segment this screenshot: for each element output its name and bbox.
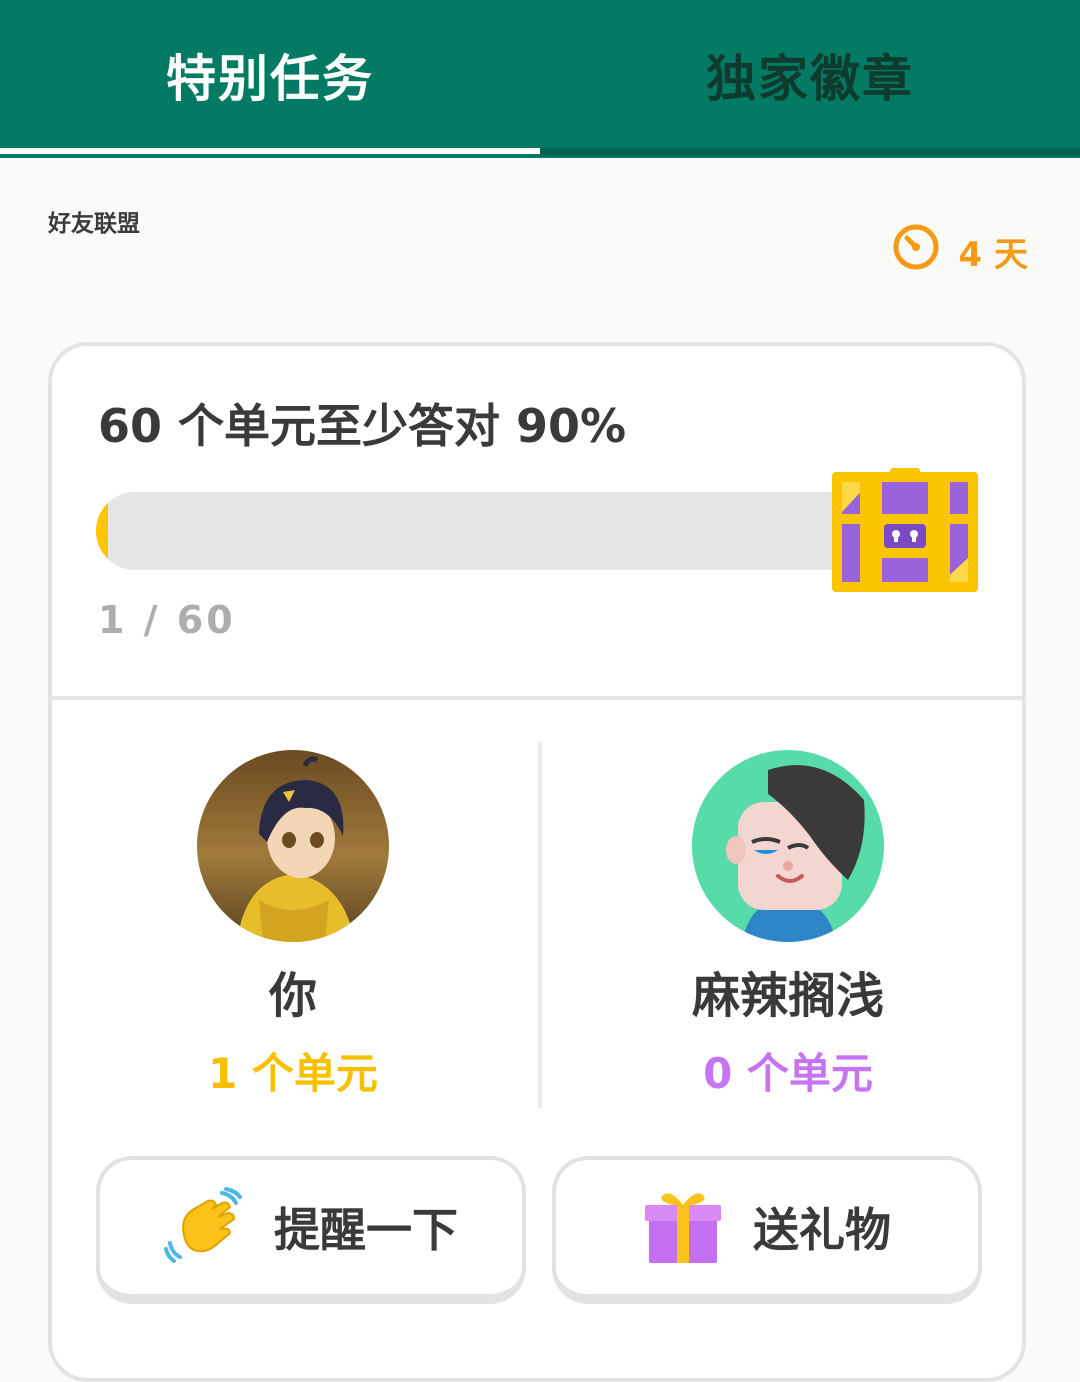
waving-hand-icon: [164, 1187, 244, 1267]
participant-name-you: 你: [268, 968, 317, 1024]
clock-icon: [891, 222, 941, 281]
send-gift-button-label: 送礼物: [753, 1203, 891, 1257]
tab-indicator-track: [540, 148, 1080, 156]
nudge-button-label: 提醒一下: [274, 1203, 458, 1257]
time-remaining: 4 天: [891, 222, 1029, 281]
tab-bar: 特别任务 独家徽章: [0, 0, 1080, 158]
nudge-button[interactable]: 提醒一下: [96, 1156, 526, 1304]
section-label: 好友联盟: [48, 211, 140, 237]
quest-progress-fill: [96, 492, 109, 570]
tab-exclusive-badges[interactable]: 独家徽章: [540, 0, 1080, 150]
send-gift-button[interactable]: 送礼物: [552, 1156, 982, 1304]
treasure-chest-icon: [830, 468, 980, 600]
gift-icon: [643, 1187, 723, 1267]
participant-name-friend: 麻辣搁浅: [691, 968, 884, 1024]
avatar-you[interactable]: [197, 750, 389, 942]
participant-you: 你 1 个单元: [143, 750, 443, 1100]
tab-special-quests[interactable]: 特别任务: [0, 0, 540, 150]
time-remaining-text: 4 天: [958, 234, 1029, 275]
participant-divider: [538, 742, 542, 1108]
card-divider: [52, 696, 1026, 700]
active-tab-indicator: [0, 148, 540, 154]
participant-units-you: 1 个单元: [208, 1049, 378, 1098]
quest-progress-bar: [96, 492, 836, 570]
avatar-friend[interactable]: [692, 750, 884, 942]
quest-title: 60 个单元至少答对 90%: [98, 399, 627, 453]
quest-progress-count: 1 / 60: [98, 598, 236, 642]
participant-friend: 麻辣搁浅 0 个单元: [638, 750, 938, 1100]
participant-units-friend: 0 个单元: [703, 1049, 873, 1098]
